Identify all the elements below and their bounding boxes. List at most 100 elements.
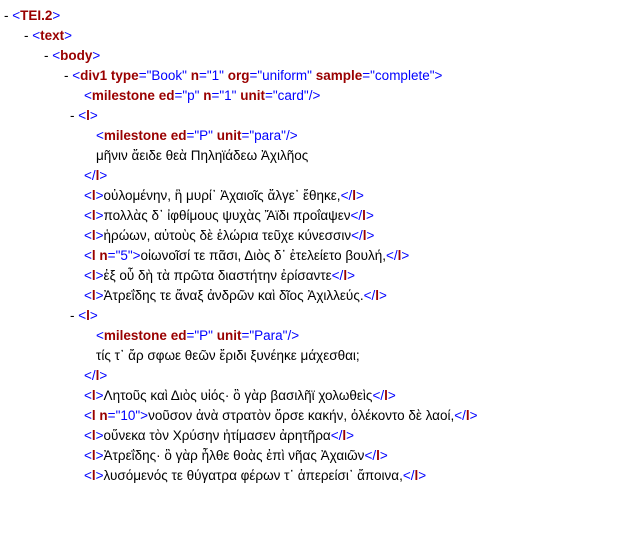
element-name: body xyxy=(60,48,93,63)
tag-bracket: </ xyxy=(363,288,376,303)
tag-bracket: > xyxy=(387,388,396,403)
tag-bracket: < xyxy=(78,108,87,123)
element-name: l xyxy=(91,248,96,263)
xml-line: - <body> xyxy=(44,46,100,66)
element-name: TEI.2 xyxy=(20,8,53,23)
tag-bracket: > xyxy=(89,108,98,123)
tag-bracket: > xyxy=(95,388,104,403)
attribute-equals: = xyxy=(198,68,207,83)
tag-bracket: < xyxy=(84,248,92,263)
xml-line: <l>οὕνεκα τὸν Χρύσην ἠτίμασεν ἀρητῆρα</l… xyxy=(84,426,354,446)
tag-bracket: </ xyxy=(364,448,377,463)
greek-verse-text: ἡρώων, αὐτοὺς δὲ ἑλώρια τεῦχε κύνεσσιν xyxy=(103,228,352,243)
tag-bracket: > xyxy=(99,168,108,183)
tag-bracket: </ xyxy=(454,408,466,423)
tag-bracket: < xyxy=(72,68,81,83)
attribute-value: "uniform" xyxy=(257,68,312,83)
greek-verse-text: οἰωνοῖσί τε πᾶσι, Διὸς δ᾽ ἐτελείετο βουλ… xyxy=(140,248,387,263)
tag-bracket: < xyxy=(84,208,92,223)
xml-line: <milestone ed="P" unit="Para"/> xyxy=(96,326,299,346)
tag-bracket: > xyxy=(95,208,104,223)
tag-bracket: < xyxy=(96,128,104,143)
tag-bracket: </ xyxy=(372,388,385,403)
element-name: milestone xyxy=(103,328,167,343)
xml-line: <milestone ed="P" unit="para"/> xyxy=(96,126,298,146)
greek-verse-text: πολλὰς δ᾽ ἰφθίμους ψυχὰς Ἄϊδι προΐαψεν xyxy=(103,208,351,223)
element-name: text xyxy=(40,28,65,43)
xml-line: <l>ἐξ οὗ δὴ τὰ πρῶτα διαστήτην ἐρίσαντε<… xyxy=(84,266,355,286)
tag-bracket: </ xyxy=(330,428,343,443)
tag-bracket: < xyxy=(78,308,87,323)
element-name: milestone xyxy=(103,128,167,143)
collapse-toggle[interactable]: - xyxy=(4,8,12,23)
attribute-equals: = xyxy=(107,248,116,263)
xml-line: </l> xyxy=(84,366,107,386)
greek-verse-text: μῆνιν ἄειδε θεὰ Πηληϊάδεω Ἀχιλῆος xyxy=(96,148,309,163)
collapse-toggle[interactable]: - xyxy=(64,68,72,83)
attribute-equals: = xyxy=(362,68,371,83)
attribute-value: "10" xyxy=(115,408,141,423)
xml-line: - <TEI.2> xyxy=(4,6,60,26)
tag-bracket: > xyxy=(132,248,141,263)
xml-line: <l>Ἀτρεΐδης τε ἄναξ ἀνδρῶν καὶ δῖος Ἀχιλ… xyxy=(84,286,387,306)
tag-bracket: </ xyxy=(402,468,415,483)
tag-bracket: < xyxy=(84,448,92,463)
xml-line: - <div1 type="Book" n="1" org="uniform" … xyxy=(64,66,442,86)
tag-bracket: > xyxy=(379,448,388,463)
tag-bracket: > xyxy=(89,308,98,323)
collapse-toggle[interactable]: - xyxy=(70,108,78,123)
attribute-equals: = xyxy=(264,88,273,103)
greek-verse-text: λυσόμενός τε θύγατρα φέρων τ᾽ ἀπερείσι᾽ … xyxy=(103,468,403,483)
tag-bracket: > xyxy=(401,248,410,263)
attribute-value: "Para" xyxy=(249,328,288,343)
attribute-name: unit xyxy=(216,328,242,343)
tag-bracket: > xyxy=(355,188,364,203)
greek-verse-text: Ἀτρεΐδης τε ἄναξ ἀνδρῶν καὶ δῖος Ἀχιλλεύ… xyxy=(103,288,364,303)
tag-bracket: > xyxy=(95,268,104,283)
tag-bracket: < xyxy=(84,188,92,203)
tag-bracket: > xyxy=(434,68,443,83)
collapse-toggle[interactable]: - xyxy=(24,28,32,43)
attribute-equals: = xyxy=(107,408,116,423)
tag-bracket: < xyxy=(96,328,104,343)
tag-bracket: </ xyxy=(84,168,96,183)
attribute-name: ed xyxy=(170,128,187,143)
attribute-name: unit xyxy=(216,128,242,143)
xml-line: τίς τ᾽ ἄρ σφωε θεῶν ἔριδι ξυνέηκε μάχεσθ… xyxy=(96,346,360,366)
tag-bracket: > xyxy=(378,288,387,303)
element-name: l xyxy=(91,408,96,423)
attribute-value: "P" xyxy=(194,328,213,343)
tag-bracket: > xyxy=(95,228,104,243)
collapse-toggle[interactable]: - xyxy=(44,48,52,63)
tag-bracket: > xyxy=(418,468,427,483)
tag-bracket: /> xyxy=(308,88,321,103)
xml-line: <l>Λητοῦς καὶ Διὸς υἱός· ὃ γὰρ βασιλῆϊ χ… xyxy=(84,386,396,406)
greek-verse-text: οὕνεκα τὸν Χρύσην ἠτίμασεν ἀρητῆρα xyxy=(103,428,331,443)
greek-verse-text: Ἀτρεΐδης· ὃ γὰρ ἦλθε θοὰς ἐπὶ νῆας Ἀχαιῶ… xyxy=(103,448,365,463)
tag-bracket: </ xyxy=(351,228,363,243)
tag-bracket: < xyxy=(84,228,92,243)
attribute-name: n xyxy=(99,408,108,423)
tag-bracket: > xyxy=(95,288,104,303)
greek-verse-text: ἐξ οὗ δὴ τὰ πρῶτα διαστήτην ἐρίσαντε xyxy=(103,268,332,283)
tag-bracket: </ xyxy=(386,248,398,263)
tag-bracket: > xyxy=(64,28,73,43)
tag-bracket: > xyxy=(92,48,101,63)
tag-bracket: </ xyxy=(331,268,344,283)
tag-bracket: > xyxy=(95,188,104,203)
attribute-value: "P" xyxy=(194,128,213,143)
attribute-name: ed xyxy=(158,88,175,103)
greek-verse-text: Λητοῦς καὶ Διὸς υἱός· ὃ γὰρ βασιλῆϊ χολω… xyxy=(103,388,373,403)
tag-bracket: > xyxy=(52,8,61,23)
tag-bracket: < xyxy=(84,388,92,403)
attribute-value: "p" xyxy=(182,88,200,103)
tag-bracket: < xyxy=(84,88,92,103)
attribute-name: sample xyxy=(315,68,363,83)
tag-bracket: </ xyxy=(350,208,363,223)
tag-bracket: < xyxy=(84,268,92,283)
attribute-value: "complete" xyxy=(370,68,435,83)
attribute-name: n xyxy=(190,68,199,83)
collapse-toggle[interactable]: - xyxy=(70,308,78,323)
xml-line: <l>ἡρώων, αὐτοὺς δὲ ἑλώρια τεῦχε κύνεσσι… xyxy=(84,226,374,246)
xml-line: μῆνιν ἄειδε θεὰ Πηληϊάδεω Ἀχιλῆος xyxy=(96,146,308,166)
